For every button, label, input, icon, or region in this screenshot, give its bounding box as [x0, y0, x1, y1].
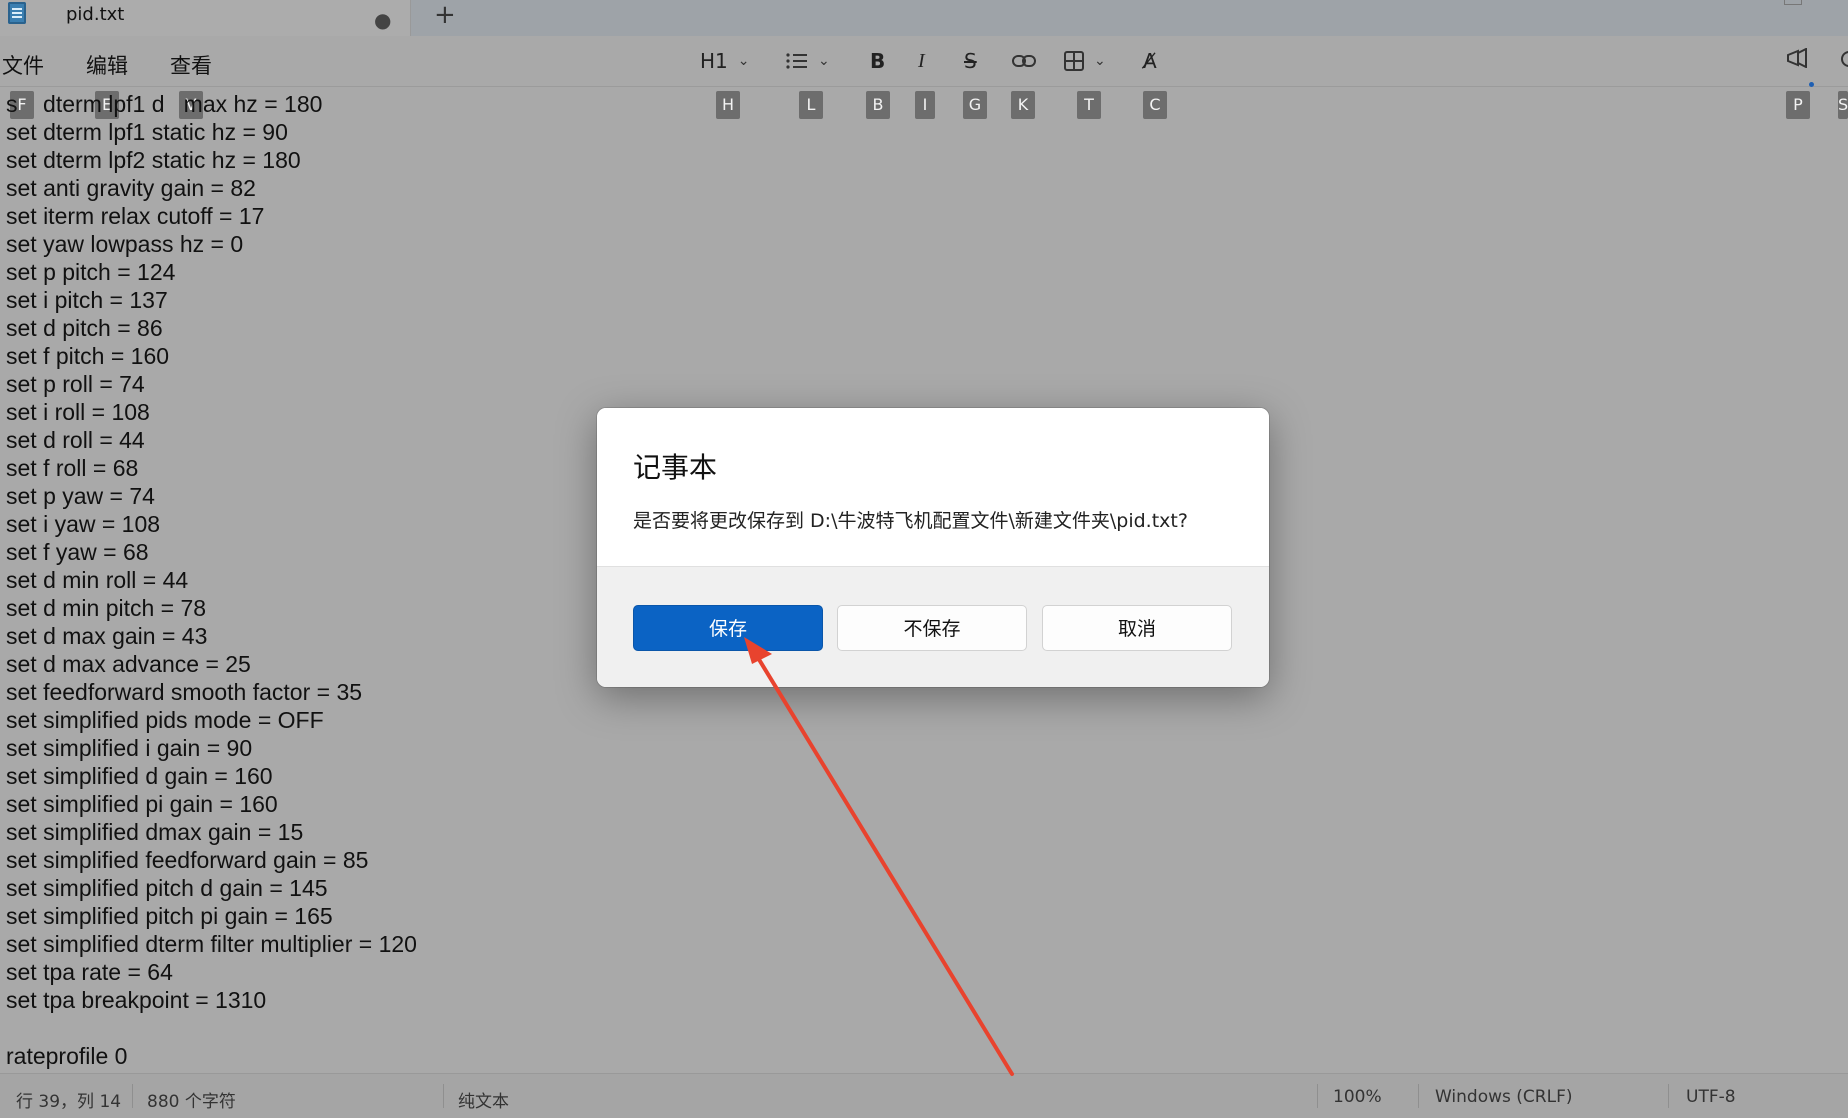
strikethrough-button[interactable]: S	[964, 48, 977, 74]
editor-line: set simplified d gain = 160	[6, 763, 273, 789]
editor-line: set tpa rate = 64	[6, 959, 173, 985]
editor-line: set f yaw = 68	[6, 539, 149, 565]
editor-line: set d max gain = 43	[6, 623, 208, 649]
editor-line: set simplified pitch d gain = 145	[6, 875, 328, 901]
editor-line: s dterm lpf1 d max hz = 180	[6, 91, 323, 117]
heading-dropdown[interactable]: H1 ⌄	[700, 48, 750, 74]
editor-line: set simplified dmax gain = 15	[6, 819, 304, 845]
editor-line: set simplified dterm filter multiplier =…	[6, 931, 417, 957]
editor-line: set simplified pi gain = 160	[6, 791, 278, 817]
cursor-position: 行 39，列 14	[16, 1092, 122, 1112]
editor-line: set i yaw = 108	[6, 511, 161, 537]
chevron-down-icon: ⌄	[818, 53, 830, 69]
save-button[interactable]: 保存	[633, 605, 823, 651]
window-control-icon[interactable]	[1784, 0, 1802, 5]
line-ending[interactable]: Windows (CRLF)	[1435, 1087, 1573, 1107]
keytip-settings: S	[1838, 91, 1848, 119]
divider	[1317, 1084, 1318, 1108]
save-changes-dialog: 记事本 是否要将更改保存到 D:\牛波特飞机配置文件\新建文件夹\pid.txt…	[597, 408, 1269, 687]
dialog-content: 记事本 是否要将更改保存到 D:\牛波特飞机配置文件\新建文件夹\pid.txt…	[597, 408, 1269, 566]
link-button[interactable]	[1012, 48, 1036, 74]
editor-line: set i pitch = 137	[6, 287, 168, 313]
editor-line: set tpa breakpoint = 1310	[6, 987, 267, 1013]
divider	[132, 1084, 133, 1108]
editor-line: set d roll = 44	[6, 427, 145, 453]
editor-line: set p yaw = 74	[6, 483, 155, 509]
clear-formatting-button[interactable]: A̸	[1143, 48, 1157, 74]
table-dropdown[interactable]: ⌄	[1064, 48, 1106, 74]
list-dropdown[interactable]: ⌄	[786, 48, 830, 74]
table-icon	[1064, 51, 1084, 71]
menu-file[interactable]: 文件	[2, 50, 44, 80]
editor-line: set p pitch = 124	[6, 259, 176, 285]
tab-title: pid.txt	[66, 4, 125, 25]
encoding[interactable]: UTF-8	[1686, 1087, 1736, 1107]
settings-gear-icon[interactable]	[1838, 48, 1848, 75]
zoom-level[interactable]: 100%	[1333, 1087, 1382, 1107]
editor-line: set d pitch = 86	[6, 315, 163, 341]
editor-line: set d max advance = 25	[6, 651, 251, 677]
link-icon	[1012, 55, 1036, 67]
notepad-icon	[8, 2, 26, 24]
editor-line: set dterm lpf1 static hz = 90	[6, 119, 288, 145]
editor-line: set simplified pitch pi gain = 165	[6, 903, 333, 929]
editor-line: set feedforward smooth factor = 35	[6, 679, 363, 705]
editor-line: set simplified i gain = 90	[6, 735, 253, 761]
text-format[interactable]: 纯文本	[458, 1087, 509, 1112]
menu-toolbar-bar: 文件 编辑 查看 H1 ⌄ ⌄ B I S ⌄ A̸	[0, 36, 1848, 87]
editor-line: set simplified pids mode = OFF	[6, 707, 324, 733]
list-icon	[786, 53, 807, 69]
editor-line: set dterm lpf2 static hz = 180	[6, 147, 301, 173]
character-count: 880 个字符	[147, 1092, 236, 1112]
italic-button[interactable]: I	[918, 48, 925, 74]
menu-view[interactable]: 查看	[170, 50, 212, 80]
editor-line: set d min roll = 44	[6, 567, 189, 593]
heading-label: H1	[700, 49, 728, 73]
editor-line: rateprofile 0	[6, 1043, 128, 1069]
editor-line: set i roll = 108	[6, 399, 150, 425]
document-tab[interactable]: pid.txt ●	[0, 0, 411, 36]
chevron-down-icon: ⌄	[1094, 53, 1106, 69]
notification-dot	[1809, 82, 1814, 87]
editor-line: set f roll = 68	[6, 455, 139, 481]
title-bar: pid.txt ● +	[0, 0, 1848, 36]
editor-line: set f pitch = 160	[6, 343, 170, 369]
dont-save-button[interactable]: 不保存	[837, 605, 1027, 651]
editor-line: set d min pitch = 78	[6, 595, 207, 621]
menu-edit[interactable]: 编辑	[86, 50, 128, 80]
megaphone-icon[interactable]	[1786, 47, 1808, 73]
editor-line: set anti gravity gain = 82	[6, 175, 256, 201]
dialog-title: 记事本	[633, 451, 718, 484]
bold-button[interactable]: B	[870, 48, 885, 74]
unsaved-indicator-icon[interactable]: ●	[374, 8, 391, 32]
editor-line: set p roll = 74	[6, 371, 145, 397]
divider	[443, 1084, 444, 1108]
divider	[1668, 1084, 1669, 1108]
divider	[1418, 1084, 1419, 1108]
new-tab-button[interactable]: +	[434, 0, 456, 30]
status-bar: 行 39，列 14 880 个字符 纯文本 100% Windows (CRLF…	[0, 1073, 1848, 1118]
editor-line: set simplified feedforward gain = 85	[6, 847, 369, 873]
chevron-down-icon: ⌄	[737, 53, 750, 69]
editor-line: set yaw lowpass hz = 0	[6, 231, 244, 257]
cancel-button[interactable]: 取消	[1042, 605, 1232, 651]
editor-line: set iterm relax cutoff = 17	[6, 203, 265, 229]
dialog-message: 是否要将更改保存到 D:\牛波特飞机配置文件\新建文件夹\pid.txt?	[633, 510, 1188, 532]
